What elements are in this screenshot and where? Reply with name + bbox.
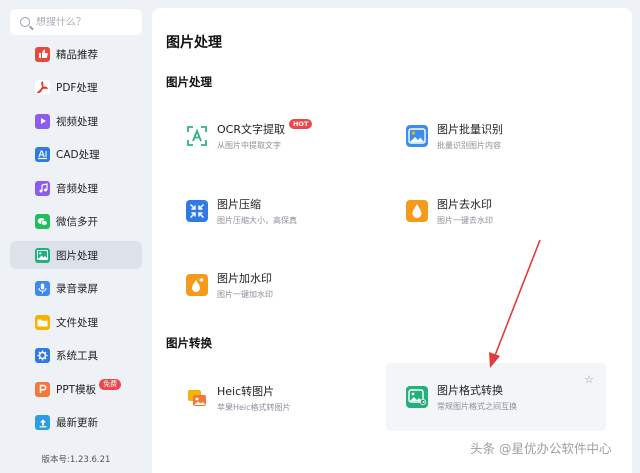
tool-description: 从图片中提取文字 <box>217 141 281 150</box>
watermark-text: 头条 @星优办公软件中心 <box>470 441 612 456</box>
page-title: 图片处理 <box>166 35 222 51</box>
sidebar-item-label: 微信多开 <box>56 216 98 228</box>
tool-name: 图片批量识别 <box>437 123 503 136</box>
image-recognition-icon <box>406 125 428 147</box>
favorite-star-icon[interactable]: ☆ <box>584 373 594 386</box>
sidebar-item-label: 图片处理 <box>56 249 98 262</box>
video-icon <box>35 113 50 129</box>
search-box[interactable] <box>10 9 142 35</box>
sidebar-item-label: PPT模板 <box>56 383 97 396</box>
remove-watermark-icon <box>406 200 428 222</box>
sidebar-item-system[interactable]: 系统工具 <box>10 342 142 370</box>
tool-compress[interactable]: 图片压缩 图片压缩大小，高保真 <box>152 182 372 240</box>
ppt-icon <box>35 381 50 397</box>
tool-format-convert[interactable]: 图片格式转换 常规图片格式之间互换 ☆ <box>386 363 606 431</box>
sidebar-item-label: 精品推荐 <box>56 48 98 61</box>
tool-description: 图片压缩大小，高保真 <box>217 216 297 225</box>
compress-icon <box>186 200 208 222</box>
tool-description: 图片一键去水印 <box>437 216 493 225</box>
tool-description: 批量识别图片内容 <box>437 141 501 150</box>
tool-description: 常规图片格式之间互换 <box>437 402 517 411</box>
format-convert-icon <box>406 386 428 408</box>
section-title-image-conversion: 图片转换 <box>166 336 212 350</box>
tool-name: Heic转图片 <box>217 385 275 398</box>
music-icon <box>35 180 50 196</box>
search-icon <box>20 17 30 27</box>
tool-name: OCR文字提取 <box>217 123 285 136</box>
tool-name: 图片加水印 <box>217 272 272 285</box>
gear-icon <box>35 348 50 363</box>
tool-description: 苹果Heic格式转图片 <box>217 403 291 412</box>
folder-icon <box>35 314 50 330</box>
add-watermark-icon <box>186 274 208 296</box>
tool-remove-watermark[interactable]: 图片去水印 图片一键去水印 <box>372 182 592 240</box>
sidebar-item-pdf[interactable]: PDF处理 <box>10 74 142 102</box>
tool-batch-recognition[interactable]: 图片批量识别 批量识别图片内容 <box>372 107 592 165</box>
tool-add-watermark[interactable]: 图片加水印 图片一键加水印 <box>152 256 372 314</box>
sidebar-item-label: 视频处理 <box>56 115 98 128</box>
pdf-icon <box>35 80 50 95</box>
tool-ocr[interactable]: OCR文字提取 HOT 从图片中提取文字 <box>152 107 372 165</box>
cad-icon <box>35 147 50 162</box>
sidebar-item-ppt[interactable]: PPT模板 免费 <box>10 375 142 403</box>
main-panel: 图片处理 图片处理 OCR文字提取 HOT 从图片中提取文字 图片批量识别 批量识… <box>152 8 632 473</box>
tool-name: 图片压缩 <box>217 198 261 211</box>
sidebar-item-video[interactable]: 视频处理 <box>10 107 142 135</box>
ocr-icon <box>186 125 208 147</box>
free-badge: 免费 <box>99 378 122 390</box>
tool-name: 图片格式转换 <box>437 384 503 397</box>
version-label: 版本号:1.23.6.21 <box>41 455 111 465</box>
sidebar-item-label: 最新更新 <box>56 417 98 429</box>
wechat-icon <box>35 214 50 229</box>
sidebar-item-label: PDF处理 <box>56 82 98 94</box>
tool-name: 图片去水印 <box>437 198 492 211</box>
sidebar-item-audio[interactable]: 音频处理 <box>10 174 142 202</box>
sidebar-item-label: 录音录屏 <box>56 283 98 295</box>
thumbs-up-icon <box>35 46 50 62</box>
section-title-image-processing: 图片处理 <box>166 75 212 89</box>
sidebar-item-label: 文件处理 <box>56 316 98 329</box>
sidebar-item-wechat[interactable]: 微信多开 <box>10 208 142 236</box>
sidebar-item-image[interactable]: 图片处理 <box>10 241 142 269</box>
sidebar-nav: 精品推荐 PDF处理 视频处理 CAD处理 音频处理 微信多开 图片处理 录音录… <box>10 40 142 442</box>
sidebar-item-label: 音频处理 <box>56 182 98 195</box>
sidebar: 精品推荐 PDF处理 视频处理 CAD处理 音频处理 <box>0 0 152 473</box>
sidebar-item-updates[interactable]: 最新更新 <box>10 409 142 437</box>
sidebar-item-recommend[interactable]: 精品推荐 <box>10 40 142 68</box>
image-icon <box>35 247 50 263</box>
sidebar-item-file[interactable]: 文件处理 <box>10 308 142 336</box>
sidebar-item-cad[interactable]: CAD处理 <box>10 141 142 169</box>
tool-description: 图片一键加水印 <box>217 290 273 299</box>
heic-icon <box>186 387 208 409</box>
sidebar-item-recording[interactable]: 录音录屏 <box>10 275 142 303</box>
sidebar-item-label: CAD处理 <box>56 149 100 161</box>
microphone-icon <box>35 281 50 296</box>
sidebar-item-label: 系统工具 <box>56 350 98 362</box>
hot-badge: HOT <box>288 119 313 129</box>
upload-icon <box>35 415 50 430</box>
tool-heic-convert[interactable]: Heic转图片 苹果Heic格式转图片 <box>152 369 372 427</box>
search-input[interactable] <box>36 16 136 28</box>
